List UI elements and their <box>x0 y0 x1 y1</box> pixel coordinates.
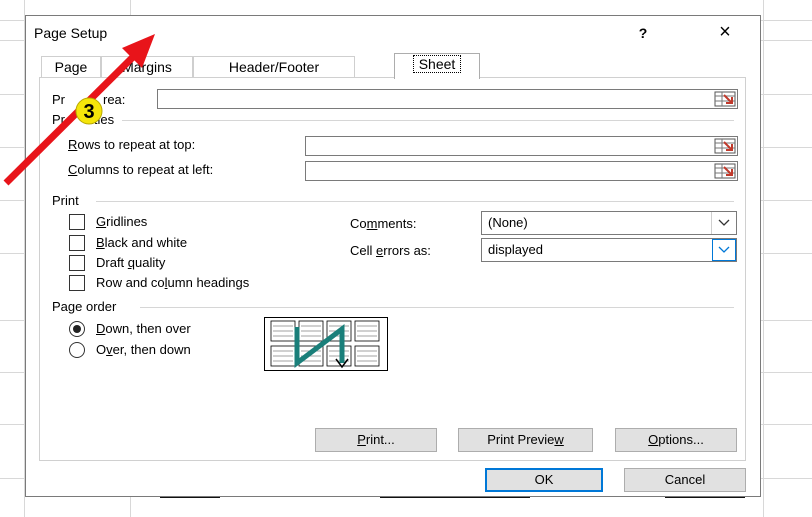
help-button[interactable]: ? <box>629 22 657 44</box>
close-button[interactable]: × <box>707 20 743 44</box>
print-titles-section: Pr itles <box>52 112 115 127</box>
section-divider <box>140 307 734 308</box>
page-order-preview-icon <box>264 317 388 371</box>
chevron-down-icon[interactable] <box>712 239 736 261</box>
range-picker-icon[interactable] <box>714 138 736 154</box>
gridlines-label: Gridlines <box>96 214 148 229</box>
draft-quality-checkbox[interactable] <box>69 255 85 271</box>
cancel-button[interactable]: Cancel <box>624 468 746 492</box>
comments-select[interactable]: (None) <box>481 211 737 235</box>
print-area-label: Pr rea: <box>52 92 126 107</box>
row-column-headings-checkbox[interactable] <box>69 275 85 291</box>
down-then-over-label: Down, then over <box>96 321 191 336</box>
section-divider <box>96 201 734 202</box>
title-bar: Page Setup ? × <box>26 16 760 48</box>
tab-margins[interactable]: Margins <box>101 56 193 77</box>
row-column-headings-label: Row and column headings <box>96 275 250 290</box>
print-section: Print <box>52 193 79 208</box>
draft-quality-label: Draft quality <box>96 255 166 270</box>
comments-label: Comments: <box>350 216 417 231</box>
print-button[interactable]: Print... <box>315 428 437 452</box>
black-and-white-checkbox[interactable] <box>69 235 85 251</box>
sheet-tab-panel: Pr rea: Pr itles Rows to repeat at top: Co… <box>39 77 746 461</box>
tab-header-footer[interactable]: Header/Footer <box>193 56 355 77</box>
range-picker-icon[interactable] <box>714 163 736 179</box>
gridlines-checkbox[interactable] <box>69 214 85 230</box>
ok-button[interactable]: OK <box>485 468 603 492</box>
print-preview-button[interactable]: Print Preview <box>458 428 593 452</box>
columns-to-repeat-input[interactable] <box>305 161 738 181</box>
options-button[interactable]: Options... <box>615 428 737 452</box>
page-setup-dialog: Page Setup ? × Page Margins Header/Foote… <box>25 15 761 497</box>
grid-line <box>763 0 764 517</box>
over-then-down-radio[interactable] <box>69 342 85 358</box>
dialog-title: Page Setup <box>34 25 108 41</box>
range-picker-icon[interactable] <box>714 91 736 107</box>
tab-sheet-label: Sheet <box>412 55 462 73</box>
rows-to-repeat-label: Rows to repeat at top: <box>68 137 196 152</box>
columns-to-repeat-label: Columns to repeat at left: <box>68 162 214 177</box>
tab-sheet[interactable]: Sheet <box>394 53 480 79</box>
over-then-down-label: Over, then down <box>96 342 191 357</box>
cell-errors-select[interactable]: displayed <box>481 238 737 262</box>
down-then-over-radio[interactable] <box>69 321 85 337</box>
chevron-down-icon[interactable] <box>711 212 736 234</box>
comments-value: (None) <box>488 215 528 230</box>
section-divider <box>122 120 734 121</box>
black-and-white-label: Black and white <box>96 235 188 250</box>
cell-errors-value: displayed <box>488 242 543 257</box>
cell-errors-label: Cell errors as: <box>350 243 431 258</box>
tab-page[interactable]: Page <box>41 56 101 77</box>
print-area-input[interactable] <box>157 89 738 109</box>
rows-to-repeat-input[interactable] <box>305 136 738 156</box>
page-order-section: Page order <box>52 299 117 314</box>
